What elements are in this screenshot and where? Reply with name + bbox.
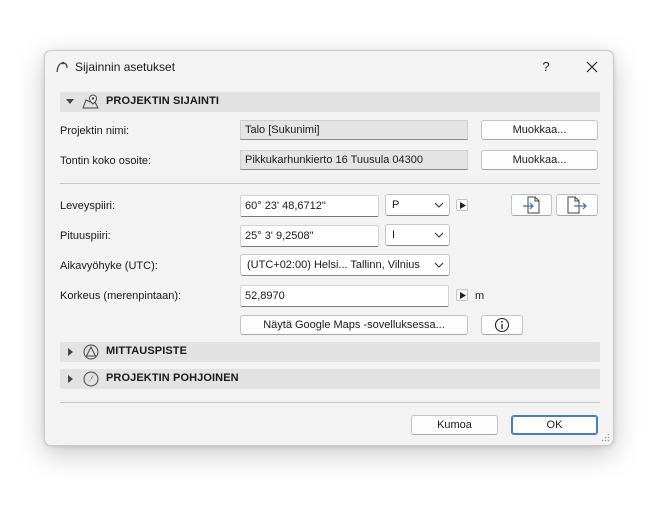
- import-location-button[interactable]: [511, 194, 552, 216]
- altitude-input[interactable]: 52,8970: [240, 285, 449, 307]
- google-maps-button[interactable]: Näytä Google Maps -sovelluksessa...: [240, 315, 468, 335]
- latitude-label: Leveyspiiri:: [60, 200, 116, 212]
- chevron-down-icon: [434, 262, 444, 268]
- export-location-button[interactable]: [556, 194, 598, 216]
- site-address-field: Pikkukarhunkierto 16 Tuusula 04300: [240, 150, 468, 170]
- ok-button[interactable]: OK: [511, 415, 598, 435]
- section-label: PROJEKTIN POHJOINEN: [106, 372, 239, 384]
- map-pin-icon: [82, 94, 99, 109]
- chevron-right-icon: [68, 348, 73, 356]
- section-survey-point[interactable]: MITTAUSPISTE: [60, 342, 600, 362]
- longitude-hemisphere-value: I: [392, 229, 396, 241]
- edit-project-name-button[interactable]: Muokkaa...: [481, 120, 598, 140]
- separator: [60, 402, 600, 403]
- altitude-expand-button[interactable]: [456, 289, 468, 301]
- longitude-hemisphere-select[interactable]: I: [385, 224, 450, 246]
- cancel-button[interactable]: Kumoa: [411, 415, 498, 435]
- timezone-label: Aikavyöhyke (UTC):: [60, 260, 158, 272]
- latitude-expand-button[interactable]: [456, 199, 468, 211]
- chevron-right-icon: [68, 375, 73, 383]
- separator: [60, 183, 600, 184]
- latitude-hemisphere-value: P: [392, 199, 400, 211]
- longitude-input[interactable]: 25° 3' 9,2508": [240, 225, 379, 247]
- location-settings-icon: [56, 61, 68, 73]
- altitude-unit: m: [475, 290, 485, 302]
- location-settings-dialog: Sijainnin asetukset ? PROJEKTIN SIJAINTI…: [44, 50, 614, 446]
- dialog-title: Sijainnin asetukset: [75, 60, 176, 74]
- info-button[interactable]: [481, 315, 523, 335]
- site-address-label: Tontin koko osoite:: [60, 155, 152, 167]
- compass-icon: [83, 371, 99, 387]
- title-bar: Sijainnin asetukset ?: [45, 51, 613, 83]
- close-icon[interactable]: [582, 57, 602, 77]
- play-arrow-icon: [460, 292, 466, 299]
- section-label: MITTAUSPISTE: [106, 345, 188, 357]
- chevron-down-icon: [434, 232, 444, 238]
- timezone-select[interactable]: (UTC+02:00) Helsi... Tallinn, Vilnius: [240, 254, 450, 276]
- section-project-north[interactable]: PROJEKTIN POHJOINEN: [60, 369, 600, 389]
- altitude-label: Korkeus (merenpintaan):: [60, 290, 182, 302]
- play-arrow-icon: [460, 202, 466, 209]
- help-button[interactable]: ?: [536, 57, 556, 77]
- edit-site-address-button[interactable]: Muokkaa...: [481, 150, 598, 170]
- latitude-hemisphere-select[interactable]: P: [385, 194, 450, 216]
- project-name-field: Talo [Sukunimi]: [240, 120, 468, 140]
- resize-grip-icon[interactable]: [601, 433, 610, 442]
- survey-point-icon: [83, 344, 99, 360]
- section-label: PROJEKTIN SIJAINTI: [106, 95, 220, 107]
- info-icon: [494, 317, 510, 333]
- section-project-location[interactable]: PROJEKTIN SIJAINTI: [60, 92, 600, 112]
- chevron-down-icon: [434, 202, 444, 208]
- project-name-label: Projektin nimi:: [60, 125, 130, 137]
- export-file-icon: [567, 196, 587, 214]
- chevron-down-icon: [66, 99, 74, 104]
- import-file-icon: [522, 196, 539, 214]
- timezone-value: (UTC+02:00) Helsi... Tallinn, Vilnius: [247, 259, 420, 271]
- longitude-label: Pituuspiiri:: [60, 230, 111, 242]
- latitude-input[interactable]: 60° 23' 48,6712": [240, 195, 379, 217]
